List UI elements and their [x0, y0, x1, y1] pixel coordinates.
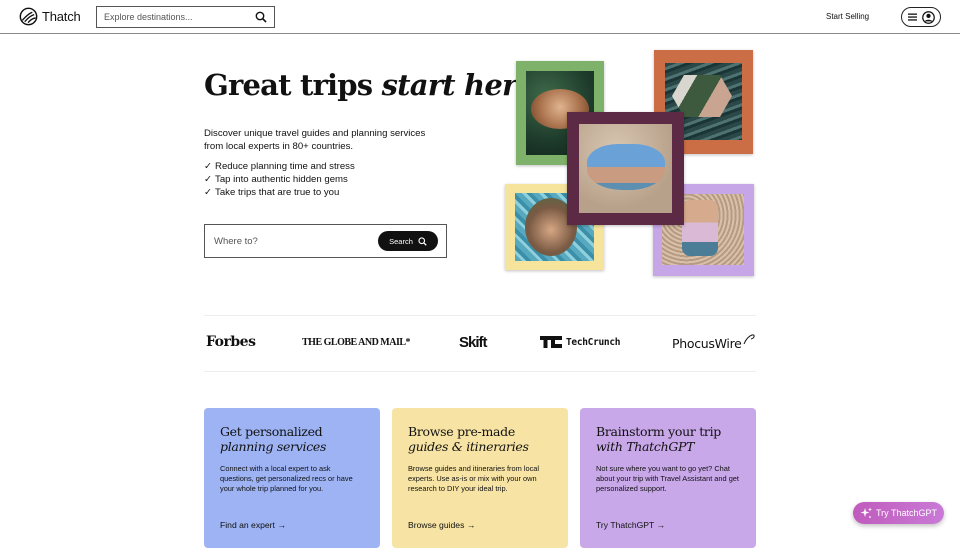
- card-body: Browse guides and itineraries from local…: [408, 464, 540, 494]
- user-avatar-icon: [921, 10, 935, 24]
- try-thatchgpt-link[interactable]: Try ThatchGPT →: [596, 520, 665, 530]
- destination-search: [96, 6, 275, 28]
- techcrunch-text: TechCrunch: [566, 336, 621, 348]
- sparkle-icon: [860, 507, 872, 518]
- card-title-italic: guides & itineraries: [408, 439, 529, 454]
- try-thatchgpt-floating-button[interactable]: Try ThatchGPT: [853, 502, 944, 524]
- hero-title: Great trips start here: [204, 68, 535, 102]
- card-personalized-planning[interactable]: Get personalized planning services Conne…: [204, 408, 380, 548]
- press-divider-top: [204, 315, 756, 316]
- hamburger-icon: [907, 13, 917, 21]
- where-to-search: Search: [204, 224, 447, 258]
- benefit-item: ✓ Tap into authentic hidden gems: [204, 173, 355, 186]
- sand-photo: [579, 124, 672, 213]
- search-icon: [418, 236, 427, 246]
- benefit-text: Reduce planning time and stress: [215, 161, 355, 172]
- where-to-input[interactable]: [214, 235, 364, 247]
- start-selling-link[interactable]: Start Selling: [826, 12, 869, 21]
- card-title-italic: planning services: [220, 439, 327, 454]
- search-button[interactable]: Search: [378, 231, 438, 251]
- floating-button-label: Try ThatchGPT: [875, 508, 937, 518]
- card-browse-guides[interactable]: Browse pre-made guides & itineraries Bro…: [392, 408, 568, 548]
- card-thatchgpt[interactable]: Brainstorm your trip with ThatchGPT Not …: [580, 408, 756, 548]
- destination-search-input[interactable]: [104, 12, 244, 22]
- press-logo-skift: Skift: [459, 334, 487, 351]
- man-portrait: [682, 200, 718, 256]
- techcrunch-icon: [540, 336, 562, 348]
- press-logo-techcrunch: TechCrunch: [540, 336, 621, 348]
- benefit-item: ✓ Reduce planning time and stress: [204, 160, 355, 173]
- press-logo-phocuswire: PhocusWire: [672, 336, 742, 351]
- checkmark-icon: ✓: [204, 174, 213, 185]
- card-body: Connect with a local expert to ask quest…: [220, 464, 353, 494]
- press-logo-globe-and-mail: THE GLOBE AND MAIL*: [302, 337, 411, 348]
- hero-description: Discover unique travel guides and planni…: [204, 128, 426, 152]
- card-title: Browse pre-made: [408, 424, 515, 439]
- search-button-label: Search: [389, 236, 413, 246]
- maroon-frame: [567, 112, 684, 225]
- benefit-text: Take trips that are true to you: [215, 187, 340, 198]
- logo-text: Thatch: [42, 9, 81, 24]
- search-icon[interactable]: [255, 11, 267, 23]
- card-title: Get personalized: [220, 424, 323, 439]
- phocuswire-swirl-icon: [743, 334, 755, 345]
- card-title-italic: with ThatchGPT: [596, 439, 695, 454]
- top-nav: Thatch Start Selling: [0, 0, 960, 34]
- press-divider-bottom: [204, 371, 756, 372]
- couple-portrait: [672, 75, 732, 117]
- card-body: Not sure where you want to go yet? Chat …: [596, 464, 739, 494]
- checkmark-icon: ✓: [204, 161, 213, 172]
- card-title: Brainstorm your trip: [596, 424, 722, 439]
- find-expert-link[interactable]: Find an expert →: [220, 520, 286, 530]
- benefit-text: Tap into authentic hidden gems: [215, 174, 348, 185]
- thatch-logo-icon: [19, 7, 38, 26]
- benefit-item: ✓ Take trips that are true to you: [204, 186, 355, 199]
- benefits-list: ✓ Reduce planning time and stress ✓ Tap in…: [204, 160, 355, 199]
- checkmark-icon: ✓: [204, 187, 213, 198]
- thatch-logo[interactable]: Thatch: [19, 7, 81, 26]
- snorkel-portrait: [587, 144, 665, 190]
- photo-collage: [504, 50, 756, 278]
- hero-title-regular: Great trips: [204, 68, 373, 102]
- press-logo-forbes: Forbes: [206, 334, 256, 350]
- account-menu-button[interactable]: [901, 7, 941, 27]
- browse-guides-link[interactable]: Browse guides →: [408, 520, 475, 530]
